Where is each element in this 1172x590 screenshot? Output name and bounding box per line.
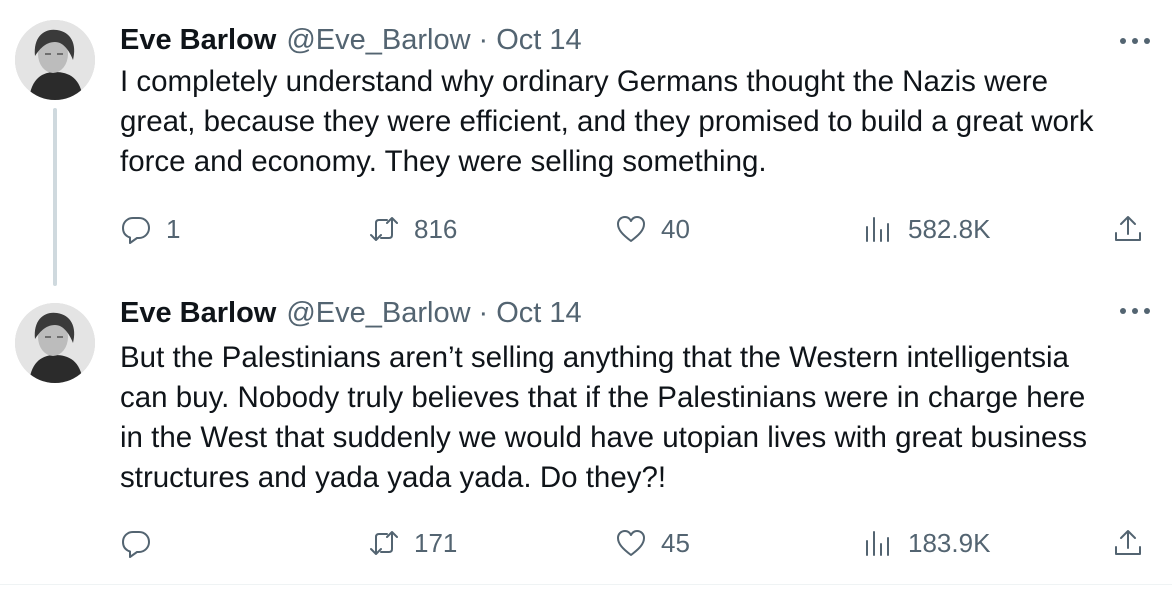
tweet-date[interactable]: Oct 14: [496, 20, 581, 60]
share-button[interactable]: [1112, 211, 1144, 247]
like-count: 40: [661, 213, 690, 244]
author-name[interactable]: Eve Barlow: [120, 20, 276, 60]
heart-icon: [617, 530, 645, 556]
tweet-text: But the Palestinians aren’t selling anyt…: [120, 341, 1087, 494]
views-button[interactable]: 183.9K: [862, 525, 990, 561]
views-count: 582.8K: [908, 213, 991, 244]
reply-button[interactable]: 1: [120, 211, 180, 247]
reply-count: 1: [166, 213, 181, 244]
retweet-count: 816: [414, 213, 458, 244]
like-button[interactable]: 40: [615, 211, 690, 247]
tweet[interactable]: Eve Barlow @Eve_Barlow · Oct 14 I comple…: [0, 0, 1172, 290]
tweet-text: I completely understand why ordinary Ger…: [120, 65, 1094, 178]
author-handle[interactable]: @Eve_Barlow: [286, 293, 470, 333]
more-options-icon[interactable]: [1120, 26, 1150, 56]
avatar[interactable]: [15, 303, 95, 383]
author-handle[interactable]: @Eve_Barlow: [286, 20, 470, 60]
tweet-header: Eve Barlow @Eve_Barlow · Oct 14: [120, 293, 582, 333]
author-name[interactable]: Eve Barlow: [120, 293, 276, 333]
tweet-actions: 171 45 183.9K: [0, 525, 1172, 561]
tweet[interactable]: Eve Barlow @Eve_Barlow · Oct 14 But the …: [0, 290, 1172, 590]
avatar[interactable]: [15, 20, 95, 100]
separator: ·: [478, 24, 489, 56]
retweet-icon: [370, 217, 398, 241]
views-icon: [866, 217, 889, 242]
like-button[interactable]: 45: [615, 525, 690, 561]
views-icon: [866, 531, 889, 556]
more-options-icon[interactable]: [1120, 296, 1150, 326]
thread-line: [53, 108, 57, 286]
retweet-count: 171: [414, 527, 458, 558]
retweet-icon: [370, 531, 398, 555]
reply-icon: [122, 217, 150, 244]
tweet-header: Eve Barlow @Eve_Barlow · Oct 14: [120, 20, 582, 60]
retweet-button[interactable]: 816: [368, 211, 457, 247]
tweet-date[interactable]: Oct 14: [496, 293, 581, 333]
share-icon: [1115, 530, 1141, 555]
divider: [0, 584, 1172, 585]
separator: ·: [478, 297, 489, 329]
tweet-actions: 1 816 40 582.8K: [0, 211, 1172, 247]
heart-icon: [617, 216, 645, 242]
reply-button[interactable]: [120, 525, 166, 561]
share-icon: [1115, 216, 1141, 241]
views-button[interactable]: 582.8K: [862, 211, 990, 247]
retweet-button[interactable]: 171: [368, 525, 457, 561]
share-button[interactable]: [1112, 525, 1144, 561]
reply-icon: [122, 531, 150, 558]
like-count: 45: [661, 527, 690, 558]
views-count: 183.9K: [908, 527, 991, 558]
